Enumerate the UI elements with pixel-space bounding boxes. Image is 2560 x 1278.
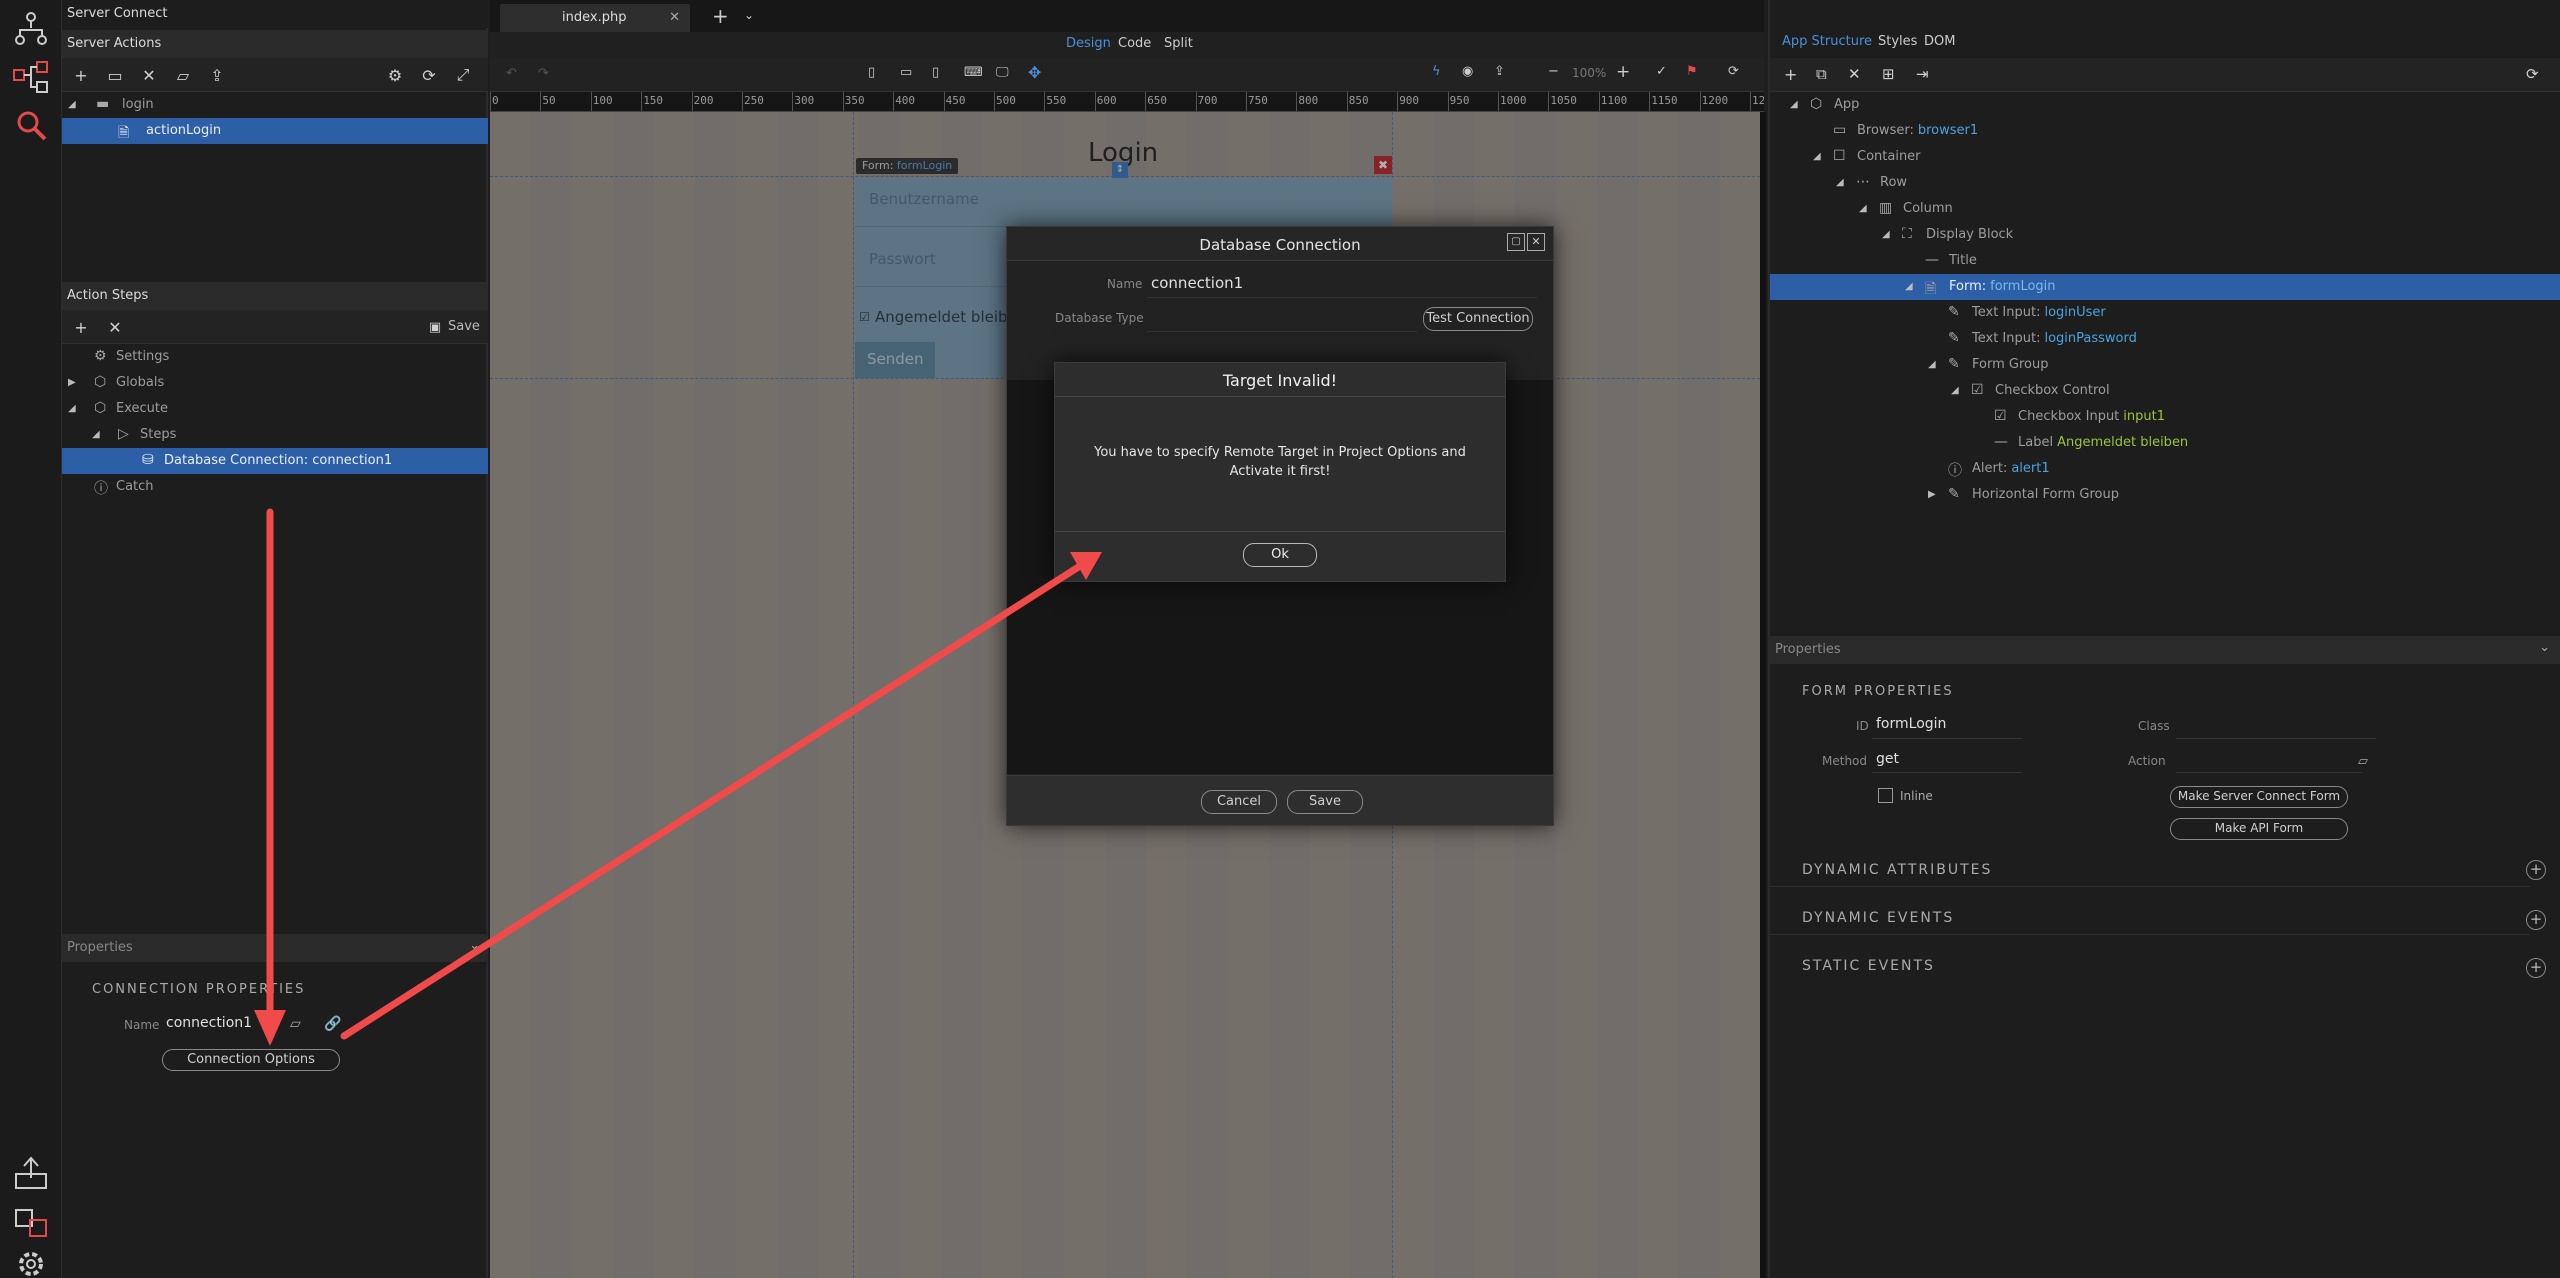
annotation-arrow-diagonal [340,562,1084,1040]
annotation-arrowhead-down [254,1010,286,1046]
annotation-arrows [254,508,1102,1046]
